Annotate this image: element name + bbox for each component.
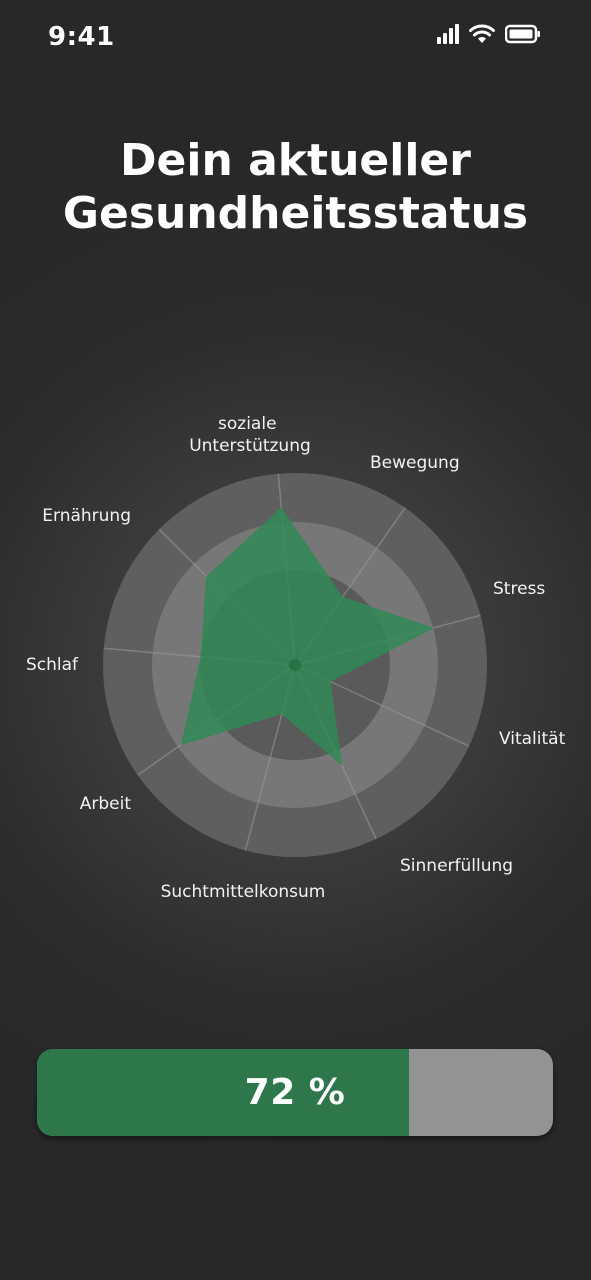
- status-bar: 9:41: [0, 0, 591, 78]
- page-title-line-1: Dein aktueller: [120, 135, 471, 186]
- axis-label-ernaehrung: Ernährung: [42, 506, 131, 526]
- axis-label-soziale-unterstuetzung: soziale Unterstützung: [189, 414, 311, 456]
- axis-label-arbeit: Arbeit: [80, 794, 132, 814]
- progress-label: 72 %: [244, 1072, 346, 1113]
- axis-label-suchtmittelkonsum: Suchtmittelkonsum: [161, 882, 326, 902]
- status-time: 9:41: [48, 22, 115, 52]
- wifi-icon: [469, 24, 495, 48]
- page-title: Dein aktueller Gesundheitsstatus: [0, 134, 591, 240]
- page-title-line-2: Gesundheitsstatus: [62, 188, 529, 239]
- status-icons: [437, 24, 541, 48]
- axis-label-soziale-line-1: soziale: [218, 414, 277, 434]
- health-radar-chart: soziale Unterstützung Bewegung Stress Vi…: [26, 414, 566, 902]
- axis-label-soziale-line-2: Unterstützung: [189, 436, 311, 456]
- axis-label-sinnerfuellung: Sinnerfüllung: [400, 856, 513, 876]
- axis-label-schlaf: Schlaf: [26, 655, 79, 675]
- health-score-progress-bar: 72 %: [37, 1049, 553, 1136]
- radar-center-dot: [289, 659, 301, 671]
- cellular-signal-icon: [437, 24, 459, 48]
- axis-label-vitalitaet: Vitalität: [499, 729, 566, 749]
- battery-icon: [504, 24, 541, 48]
- axis-label-bewegung: Bewegung: [370, 453, 460, 473]
- axis-label-stress: Stress: [493, 579, 545, 599]
